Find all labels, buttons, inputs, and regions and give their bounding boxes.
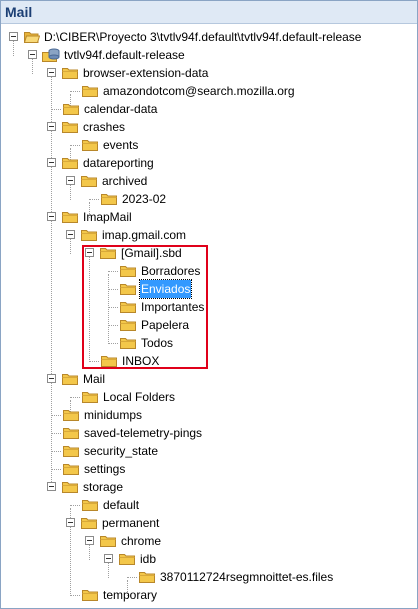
tree-label[interactable]: D:\CIBER\Proyecto 3\tvtlv94f.default\tvt… (43, 28, 362, 46)
tree-row-folder[interactable]: permanent (1, 514, 417, 532)
folder-icon (82, 590, 98, 601)
folder-icon (62, 158, 78, 169)
tree-label[interactable]: imap.gmail.com (101, 226, 187, 244)
collapse-icon[interactable] (28, 50, 37, 59)
collapse-icon[interactable] (104, 554, 113, 563)
tree-row-folder[interactable]: default (1, 496, 417, 514)
folder-icon (62, 374, 78, 385)
collapse-icon[interactable] (47, 212, 56, 221)
tree-label[interactable]: chrome (120, 532, 162, 550)
tree-label[interactable]: storage (82, 478, 124, 496)
tree-row-folder[interactable]: storage (1, 478, 417, 496)
folder-icon (63, 104, 79, 115)
folder-icon (62, 212, 78, 223)
folder-icon (82, 500, 98, 511)
tree-row-folder[interactable]: ImapMail (1, 208, 417, 226)
tree-row-folder[interactable]: Importantes (1, 298, 417, 316)
collapse-icon[interactable] (66, 518, 75, 527)
tree-row-folder[interactable]: chrome (1, 532, 417, 550)
tree-row-folder[interactable]: imap.gmail.com (1, 226, 417, 244)
tree-row-folder[interactable]: 2023-02 (1, 190, 417, 208)
tree-row-folder[interactable]: Local Folders (1, 388, 417, 406)
open-folder-icon (24, 32, 40, 43)
tree-label[interactable]: events (102, 136, 139, 154)
tree-label[interactable]: datareporting (82, 154, 155, 172)
tree-label[interactable]: settings (83, 460, 126, 478)
tree-label[interactable]: Local Folders (102, 388, 176, 406)
folder-icon (63, 428, 79, 439)
collapse-icon[interactable] (66, 176, 75, 185)
folder-icon (63, 464, 79, 475)
tree-row-folder[interactable]: crashes (1, 118, 417, 136)
collapse-icon[interactable] (47, 482, 56, 491)
tree-row-folder[interactable]: events (1, 136, 417, 154)
folder-icon (81, 176, 97, 187)
tree-label[interactable]: browser-extension-data (82, 64, 209, 82)
tree-row-folder[interactable]: amazondotcom@search.mozilla.org (1, 82, 417, 100)
folder-icon (63, 410, 79, 421)
tree-label[interactable]: calendar-data (83, 100, 158, 118)
tree-label[interactable]: 3870112724rsegmnoittet-es.files (159, 568, 334, 586)
tree-row-profile[interactable]: tvtlv94f.default-release (1, 46, 417, 64)
folder-icon (81, 230, 97, 241)
folder-icon (63, 446, 79, 457)
tree-row-folder[interactable]: minidumps (1, 406, 417, 424)
tree-label[interactable]: Mail (82, 370, 106, 388)
tree-row-folder[interactable]: calendar-data (1, 100, 417, 118)
tree-label[interactable]: default (102, 496, 140, 514)
tree-label[interactable]: 2023-02 (121, 190, 167, 208)
tree-row-folder-selected[interactable]: Enviados (1, 279, 417, 299)
tree-row-folder[interactable]: 3870112724rsegmnoittet-es.files (1, 568, 417, 586)
folder-icon (62, 68, 78, 79)
folder-icon (119, 554, 135, 565)
tree-label[interactable]: idb (139, 550, 157, 568)
folder-icon (62, 122, 78, 133)
folder-icon (100, 536, 116, 547)
collapse-icon[interactable] (85, 536, 94, 545)
collapse-icon[interactable] (47, 68, 56, 77)
tree-label[interactable]: archived (101, 172, 148, 190)
collapse-icon[interactable] (47, 158, 56, 167)
tree-row-folder[interactable]: Mail (1, 370, 417, 388)
tree-row-folder[interactable]: temporary (1, 586, 417, 604)
tree-label[interactable]: security_state (83, 442, 159, 460)
tree-label[interactable]: temporary (102, 586, 158, 604)
tree-row-folder[interactable]: Todos (1, 334, 417, 352)
tree-row-root[interactable]: D:\CIBER\Proyecto 3\tvtlv94f.default\tvt… (1, 28, 417, 46)
database-icon (42, 48, 60, 62)
mail-window: Mail D:\CIBER\Proyecto 3\tvtlv94f.defaul… (0, 0, 418, 609)
tree-row-folder[interactable]: security_state (1, 442, 417, 460)
tree-row-folder[interactable]: Papelera (1, 316, 417, 334)
tree-row-folder[interactable]: [Gmail].sbd (1, 244, 417, 262)
tree-label[interactable]: minidumps (83, 406, 143, 424)
collapse-icon[interactable] (66, 230, 75, 239)
window-title: Mail (1, 1, 417, 24)
tree-row-folder[interactable]: browser-extension-data (1, 64, 417, 82)
folder-icon (62, 482, 78, 493)
tree-label[interactable]: saved-telemetry-pings (83, 424, 203, 442)
folder-icon (82, 140, 98, 151)
tree-row-folder[interactable]: archived (1, 172, 417, 190)
collapse-icon[interactable] (47, 122, 56, 131)
folder-icon (101, 194, 117, 205)
tree-label[interactable]: permanent (101, 514, 160, 532)
tree-label[interactable]: tvtlv94f.default-release (63, 46, 186, 64)
tree-row-folder[interactable]: saved-telemetry-pings (1, 424, 417, 442)
tree-row-folder[interactable]: INBOX (1, 352, 417, 370)
highlight-annotation-box (82, 245, 208, 369)
tree-row-folder[interactable]: settings (1, 460, 417, 478)
tree-row-folder[interactable]: idb (1, 550, 417, 568)
tree-label[interactable]: ImapMail (82, 208, 133, 226)
folder-icon (81, 518, 97, 529)
tree-label[interactable]: amazondotcom@search.mozilla.org (102, 82, 296, 100)
collapse-icon[interactable] (9, 32, 18, 41)
folder-icon (139, 572, 155, 583)
folder-icon (82, 86, 98, 97)
tree-row-folder[interactable]: Borradores (1, 262, 417, 280)
folder-icon (82, 392, 98, 403)
tree-label[interactable]: crashes (82, 118, 126, 136)
tree-row-folder[interactable]: datareporting (1, 154, 417, 172)
collapse-icon[interactable] (47, 374, 56, 383)
